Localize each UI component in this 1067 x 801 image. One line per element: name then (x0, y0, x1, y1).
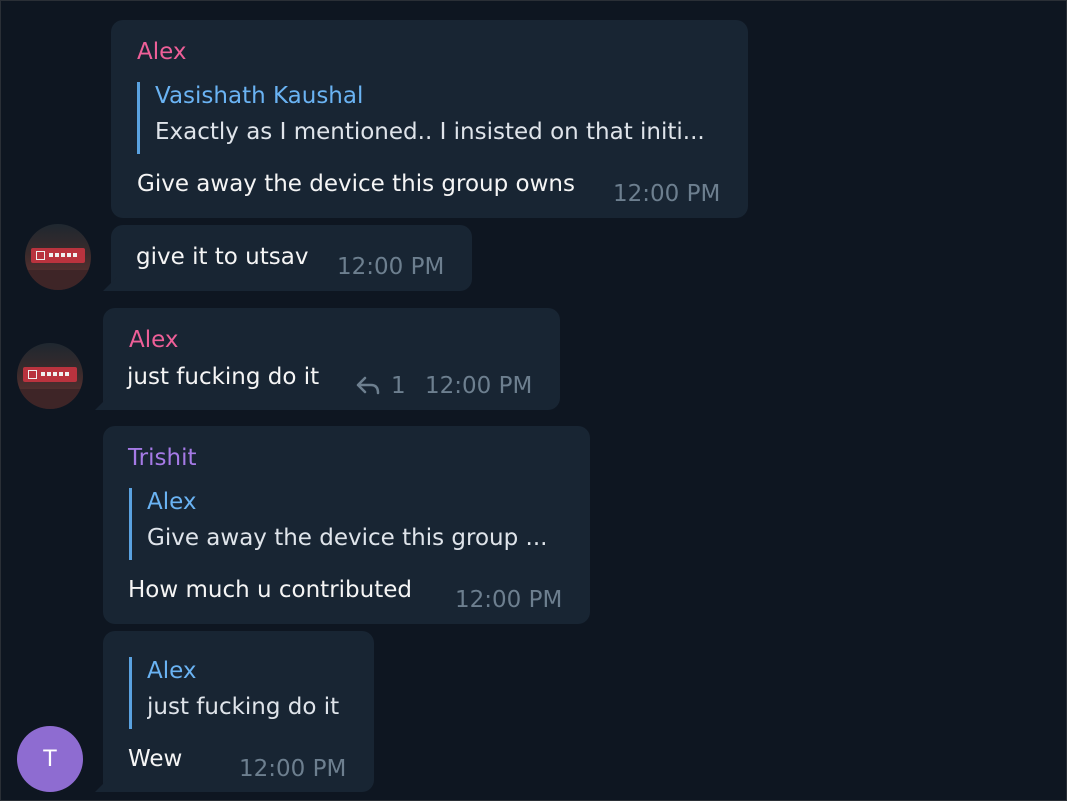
reply-quote[interactable]: Alex Give away the device this group ... (129, 488, 561, 560)
bubble-tail (103, 277, 117, 291)
avatar-photo-sign (31, 248, 85, 263)
message-timestamp: 12:00 PM (337, 254, 445, 280)
message-bubble[interactable]: Alex just fucking do it Wew 12:00 PM (95, 631, 374, 792)
sender-name[interactable]: Trishit (128, 444, 196, 472)
avatar-photo-street (25, 270, 91, 290)
sender-name[interactable]: Alex (137, 38, 186, 66)
bubble-tail (95, 778, 109, 792)
reply-quote-sender: Alex (147, 489, 197, 515)
message-bubble[interactable]: Alex Vasishath Kaushal Exactly as I ment… (111, 20, 748, 218)
message-text: just fucking do it (127, 364, 320, 390)
avatar-photo-sign (23, 367, 77, 382)
message-text: How much u contributed (128, 577, 412, 603)
avatar-photo-street (17, 389, 83, 409)
message-timestamp: 12:00 PM (613, 181, 721, 207)
reply-quote-text: just fucking do it (147, 694, 340, 720)
bubble-tail (95, 396, 109, 410)
user-avatar[interactable] (17, 343, 83, 409)
message-text: Wew (128, 746, 183, 772)
reply-quote-text: Exactly as I mentioned.. I insisted on t… (155, 119, 705, 145)
reply-quote[interactable]: Vasishath Kaushal Exactly as I mentioned… (137, 82, 722, 154)
reply-quote[interactable]: Alex just fucking do it (129, 657, 351, 729)
message-bubble[interactable]: give it to utsav 12:00 PM (103, 225, 472, 291)
reply-arrow-icon (356, 376, 380, 395)
user-avatar[interactable] (25, 224, 91, 290)
user-avatar[interactable]: T (17, 726, 83, 792)
reply-quote-sender: Vasishath Kaushal (155, 83, 364, 109)
message-timestamp: 12:00 PM (425, 373, 533, 399)
reply-quote-sender: Alex (147, 658, 197, 684)
sender-name[interactable]: Alex (129, 326, 178, 354)
reply-quote-text: Give away the device this group ... (147, 525, 548, 551)
message-bubble[interactable]: Alex just fucking do it 1 12:00 PM (95, 308, 560, 410)
message-text: Give away the device this group owns (137, 171, 575, 197)
message-timestamp: 12:00 PM (455, 587, 563, 613)
reply-count-value: 1 (391, 373, 406, 399)
message-timestamp: 12:00 PM (239, 756, 347, 782)
reply-count[interactable]: 1 (355, 372, 406, 400)
message-bubble[interactable]: Trishit Alex Give away the device this g… (103, 426, 590, 624)
message-text: give it to utsav (136, 244, 309, 270)
